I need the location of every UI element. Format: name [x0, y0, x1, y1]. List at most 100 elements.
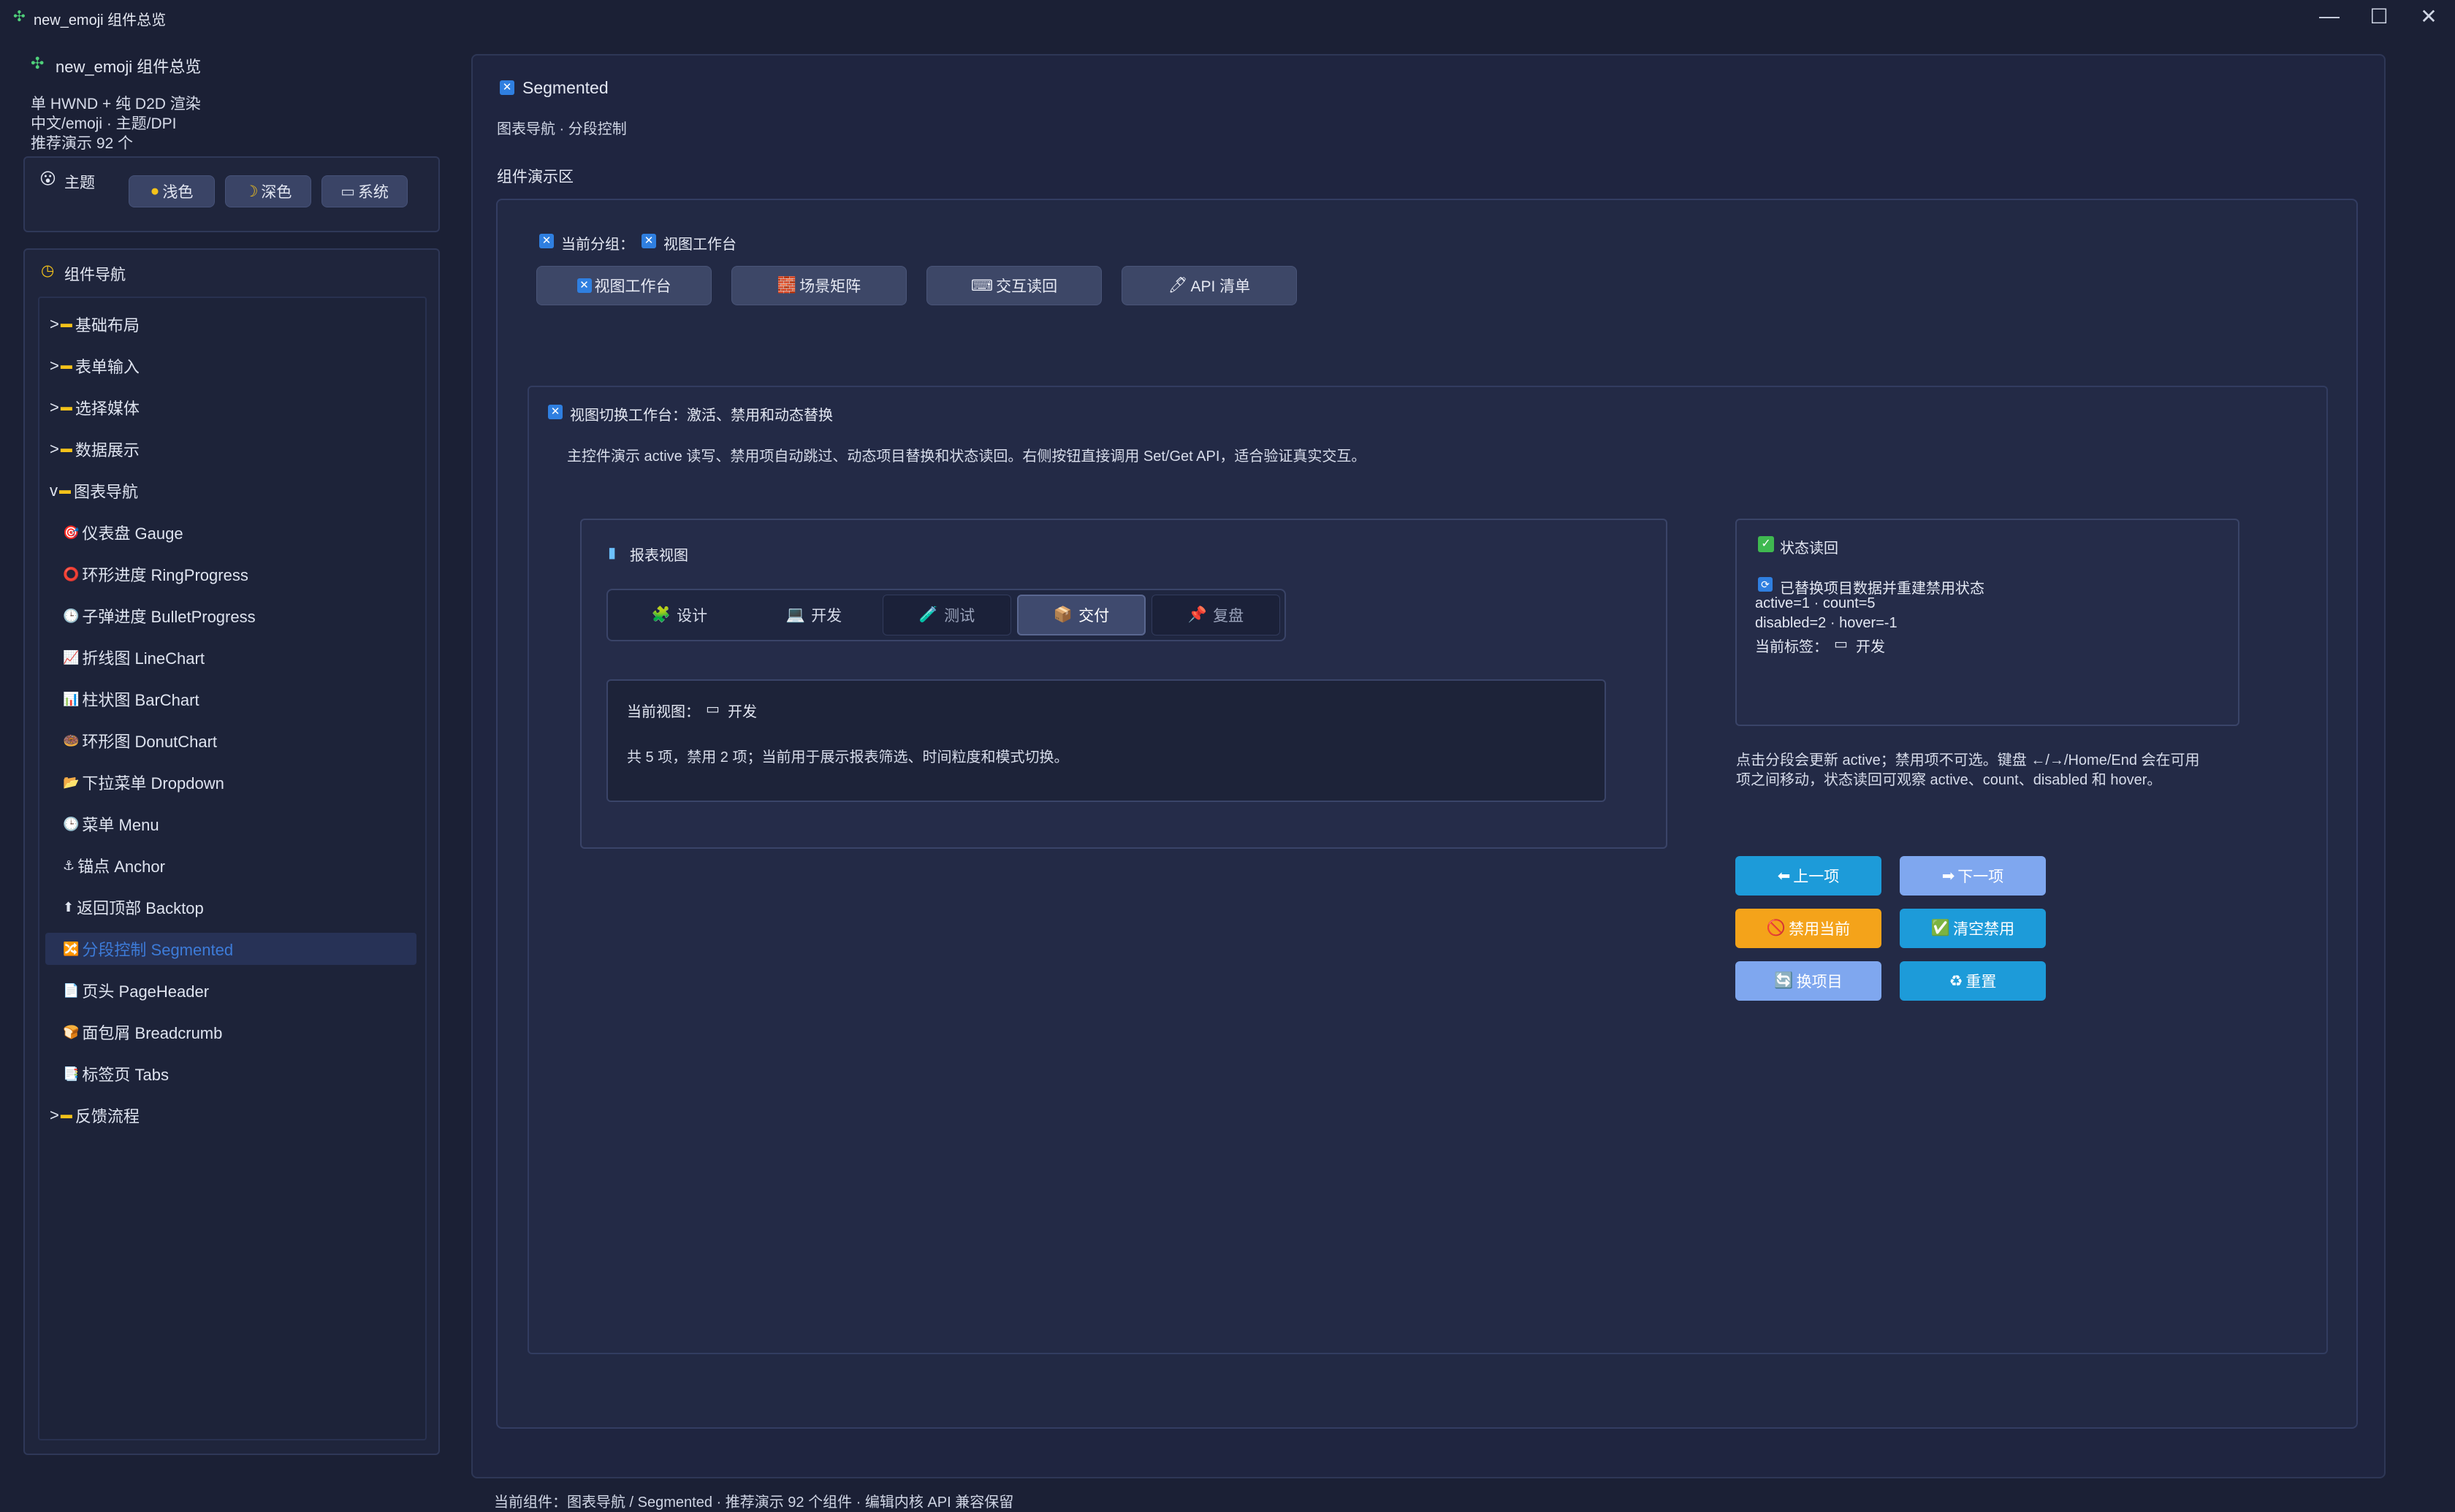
group-tab-view-workbench[interactable]: ✕ 视图工作台: [536, 266, 712, 305]
clear-disabled-button[interactable]: ✅ 清空禁用: [1900, 909, 2046, 948]
chevron-right-icon: >: [50, 356, 59, 375]
swap-items-button[interactable]: 🔄 换项目: [1735, 961, 1881, 1001]
sidebar-item[interactable]: 🍞 面包屑 Breadcrumb: [63, 1016, 222, 1048]
sidebar-item[interactable]: v ▬ 图表导航: [50, 475, 138, 507]
sidebar-item-label: 选择媒体: [75, 400, 140, 418]
status-line-2: active=1 · count=5: [1755, 595, 1876, 611]
refresh-icon: 🔄: [1774, 972, 1794, 989]
nav-item-icon: 🍞: [63, 1024, 80, 1039]
status-line-4-value: 开发: [1856, 639, 1885, 655]
theme-system-button[interactable]: ▭ 系统: [321, 175, 408, 207]
close-button[interactable]: ✕: [2414, 4, 2443, 28]
sidebar-item[interactable]: 📊 柱状图 BarChart: [63, 683, 199, 715]
nav-item-icon: 📂: [63, 774, 80, 790]
sidebar-item[interactable]: 📑 标签页 Tabs: [63, 1058, 169, 1090]
sidebar-item[interactable]: 🕒 子弹进度 BulletProgress: [63, 600, 256, 632]
status-bar: 当前组件：图表导航 / Segmented · 推荐演示 92 个组件 · 编辑…: [494, 1494, 1014, 1511]
sidebar-info-2: 中文/emoji · 主题/DPI: [31, 115, 177, 132]
clock-icon: ◷: [41, 262, 55, 279]
segmented-icon: ✕: [539, 234, 554, 248]
sidebar-item[interactable]: 📄 页头 PageHeader: [63, 974, 209, 1007]
segmented-icon: ✕: [500, 80, 514, 95]
sidebar-item[interactable]: 🔀 分段控制 Segmented: [45, 933, 416, 965]
minimize-button[interactable]: —: [2315, 4, 2344, 28]
theme-dark-button[interactable]: ☽ 深色: [225, 175, 311, 207]
maximize-button[interactable]: ☐: [2364, 4, 2394, 28]
report-title: 报表视图: [630, 548, 688, 564]
window-title: new_emoji 组件总览: [34, 12, 167, 28]
test-tube-icon: 🧪: [918, 606, 939, 623]
folder-icon: ▬: [59, 484, 71, 497]
demo-label: 组件演示区: [497, 169, 574, 186]
recycle-icon: ♻: [1949, 972, 1963, 990]
segmented-icon: ✕: [576, 278, 592, 293]
sidebar-item-label: 分段控制 Segmented: [82, 941, 234, 959]
sidebar-item[interactable]: 🎯 仪表盘 Gauge: [63, 516, 183, 549]
theme-label: 主题: [64, 175, 95, 191]
nav-item-icon: 🍩: [63, 733, 80, 748]
nav-item-icon: 📄: [63, 982, 80, 998]
folder-icon: ▬: [60, 318, 72, 330]
laptop-icon: ▭: [706, 701, 720, 717]
sidebar-item-label: 返回顶部 Backtop: [77, 899, 204, 917]
sidebar-item[interactable]: > ▬ 表单输入: [50, 350, 140, 382]
sidebar-item[interactable]: 📈 折线图 LineChart: [63, 641, 205, 673]
chevron-right-icon: >: [50, 315, 59, 333]
reset-button[interactable]: ♻ 重置: [1900, 961, 2046, 1001]
brick-icon: 🧱: [777, 277, 797, 294]
sidebar-item[interactable]: 🕒 菜单 Menu: [63, 808, 159, 840]
sidebar-item-label: 仪表盘 Gauge: [82, 524, 183, 543]
group-tab-interaction-readback[interactable]: ⌨ 交互读回: [926, 266, 1102, 305]
nav-item-icon: 🕒: [63, 816, 80, 831]
segment-design[interactable]: 🧩 设计: [615, 595, 744, 635]
check-icon: ✅: [1930, 920, 1951, 936]
group-tab-scene-matrix[interactable]: 🧱 场景矩阵: [731, 266, 907, 305]
sidebar-item[interactable]: > ▬ 数据展示: [50, 433, 140, 465]
moon-icon: ☽: [244, 183, 259, 200]
prev-button[interactable]: ⬅ 上一项: [1735, 856, 1881, 896]
bar-chart-icon: ▮: [608, 545, 617, 561]
nav-item-icon: 📈: [63, 649, 80, 665]
nav-item-icon: ⭕: [63, 566, 80, 581]
refresh-icon: ⟳: [1758, 577, 1773, 592]
sidebar-item[interactable]: 📂 下拉菜单 Dropdown: [63, 766, 224, 798]
sidebar-info-1: 单 HWND + 纯 D2D 渲染: [31, 96, 201, 112]
status-title: 状态读回: [1780, 541, 1838, 557]
sidebar-item-label: 页头 PageHeader: [82, 982, 210, 1001]
sidebar-item[interactable]: ⭕ 环形进度 RingProgress: [63, 558, 248, 590]
sidebar-item[interactable]: ⬆ 返回顶部 Backtop: [63, 891, 204, 923]
sidebar-info-3: 推荐演示 92 个: [31, 135, 134, 152]
app-logo-icon: ✣: [31, 54, 45, 72]
chevron-right-icon: >: [50, 440, 59, 458]
next-button[interactable]: ➡ 下一项: [1900, 856, 2046, 896]
sidebar-item-label: 数据展示: [75, 441, 140, 459]
segment-deliver[interactable]: 📦 交付: [1017, 595, 1146, 635]
package-icon: 📦: [1053, 606, 1073, 623]
sidebar-item[interactable]: > ▬ 反馈流程: [50, 1099, 140, 1131]
sidebar-item[interactable]: ⚓ 锚点 Anchor: [63, 849, 165, 882]
sidebar-item-label: 基础布局: [75, 316, 140, 335]
sidebar-item[interactable]: 🍩 环形图 DonutChart: [63, 725, 217, 757]
nav-item-icon: 🕒: [63, 608, 80, 623]
sidebar-item[interactable]: > ▬ 选择媒体: [50, 392, 140, 424]
sidebar-item[interactable]: > ▬ 基础布局: [50, 308, 140, 340]
current-view-box: [606, 679, 1606, 802]
sidebar-item-label: 子弹进度 BulletProgress: [82, 608, 256, 626]
nav-item-icon: 🔀: [63, 941, 80, 956]
disable-current-button[interactable]: 🚫 禁用当前: [1735, 909, 1881, 948]
sidebar-item-label: 菜单 Menu: [82, 816, 159, 834]
nav-item-icon: 📑: [63, 1066, 80, 1081]
group-tab-api-list[interactable]: 🖊 API 清单: [1122, 266, 1297, 305]
nav-item-icon: ⚓: [63, 858, 75, 873]
app-logo-icon: ✣: [13, 9, 26, 25]
segmented-icon: ✕: [642, 234, 656, 248]
current-view: 开发: [728, 704, 757, 720]
segment-test[interactable]: 🧪 测试: [883, 595, 1011, 635]
segment-review[interactable]: 📌 复盘: [1152, 595, 1280, 635]
nav-item-icon: 🎯: [63, 524, 80, 540]
pin-icon: 📌: [1187, 606, 1208, 623]
theme-light-button[interactable]: ● 浅色: [129, 175, 215, 207]
nav-item-icon: 📊: [63, 691, 80, 706]
segment-develop[interactable]: 💻 开发: [750, 595, 878, 635]
sidebar-item-label: 表单输入: [75, 358, 140, 376]
